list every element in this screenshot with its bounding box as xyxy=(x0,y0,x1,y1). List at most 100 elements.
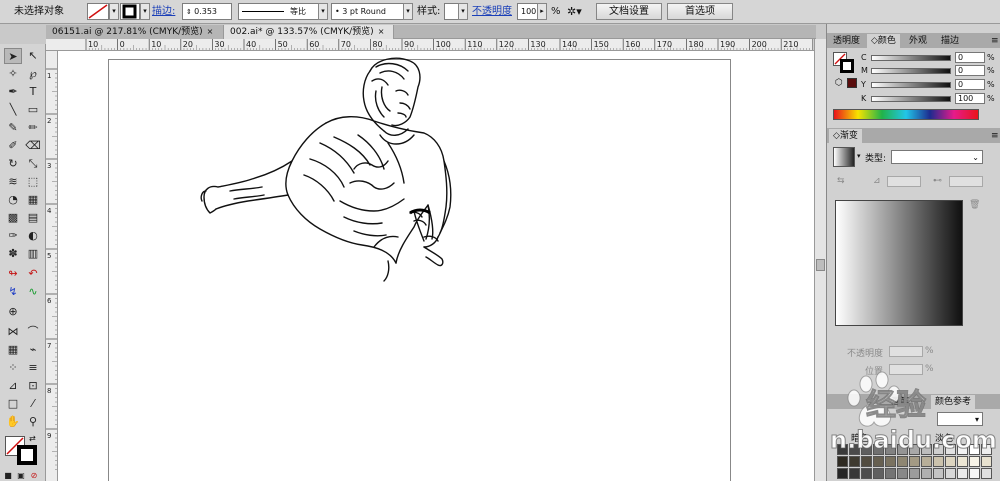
green-wave-tool-icon[interactable]: ∿ xyxy=(24,284,42,300)
recolor-artwork-icon[interactable]: ✲▾ xyxy=(567,3,582,20)
color-guide-swatch[interactable] xyxy=(969,468,980,479)
warp-tool-icon[interactable]: ≋ xyxy=(4,174,22,190)
globe-tool-icon[interactable]: ⊕ xyxy=(4,304,22,320)
dropdown-arrow-icon[interactable]: ▾ xyxy=(857,152,861,160)
channel-value-input[interactable]: 0 xyxy=(955,52,985,63)
color-guide-swatch[interactable] xyxy=(957,456,968,467)
gradient-mode-icon[interactable]: ▣ xyxy=(15,468,27,481)
angle-input[interactable] xyxy=(887,176,921,187)
eyedropper-small-icon[interactable]: ⁄ xyxy=(24,396,42,412)
color-guide-swatch[interactable] xyxy=(897,456,908,467)
color-guide-swatch[interactable] xyxy=(837,444,848,455)
shape-builder-tool-icon[interactable]: ◔ xyxy=(4,192,22,208)
stroke-color-swatch[interactable] xyxy=(120,3,140,20)
warp-arc-tool-icon[interactable]: ⌒ xyxy=(24,324,42,340)
stroke-swatch[interactable] xyxy=(17,445,37,465)
panel-menu-icon[interactable]: ≡ xyxy=(987,129,1000,143)
graph-grid-tool-icon[interactable]: ▦ xyxy=(4,342,22,358)
variable-width-profile[interactable]: 等比 xyxy=(238,3,324,20)
tab-color[interactable]: ◇颜色 xyxy=(867,34,900,48)
color-guide-swatch[interactable] xyxy=(981,444,992,455)
channel-m[interactable]: M 0 % xyxy=(827,65,1000,77)
color-guide-swatch[interactable] xyxy=(957,444,968,455)
channel-value-input[interactable]: 0 xyxy=(955,65,985,76)
color-guide-swatch[interactable] xyxy=(873,456,884,467)
stroke-weight-input[interactable]: ⇕ 0.353 xyxy=(182,3,232,20)
channel-k[interactable]: K 100 % xyxy=(827,93,1000,105)
footballer-line-art[interactable] xyxy=(58,51,814,481)
color-guide-swatch[interactable] xyxy=(909,468,920,479)
color-mode-icon[interactable]: ■ xyxy=(2,468,14,481)
tab-brushes[interactable]: 画笔 xyxy=(887,395,913,409)
artboard-tool-icon[interactable]: □ xyxy=(4,396,22,412)
opacity-dropdown-arrow[interactable]: ▸ xyxy=(537,3,547,20)
channel-track[interactable] xyxy=(871,55,951,61)
delete-stop-icon[interactable]: 🗑 xyxy=(969,200,980,210)
fill-color-swatch[interactable] xyxy=(87,3,109,20)
color-guide-swatch[interactable] xyxy=(909,456,920,467)
type-tool-icon[interactable]: T xyxy=(24,84,42,100)
channel-c[interactable]: C 0 % xyxy=(827,52,1000,64)
gradient-slider-preview[interactable] xyxy=(835,200,963,326)
color-guide-swatch[interactable] xyxy=(945,468,956,479)
magic-wand-tool-icon[interactable]: ✧ xyxy=(4,66,22,82)
color-guide-swatch[interactable] xyxy=(849,456,860,467)
align-tool-icon[interactable]: ≡ xyxy=(24,360,42,376)
brush-dropdown-arrow[interactable]: ▾ xyxy=(403,3,413,20)
color-guide-swatch[interactable] xyxy=(885,468,896,479)
color-spectrum-bar[interactable] xyxy=(833,109,979,120)
tab-transparency[interactable]: 透明度 xyxy=(829,34,864,48)
color-guide-swatch[interactable] xyxy=(933,468,944,479)
artboard-canvas[interactable] xyxy=(58,51,814,481)
zoom-tool-icon[interactable]: ⚲ xyxy=(24,414,42,430)
channel-track[interactable] xyxy=(871,68,951,74)
opacity-label-link[interactable]: 不透明度 xyxy=(472,3,512,20)
profile-dropdown-arrow[interactable]: ▾ xyxy=(318,3,328,20)
color-guide-swatch[interactable] xyxy=(861,468,872,479)
color-guide-swatch[interactable] xyxy=(885,456,896,467)
pencil-tool-icon[interactable]: ✏ xyxy=(24,120,42,136)
close-icon[interactable]: × xyxy=(378,27,385,36)
vertical-scrollbar[interactable] xyxy=(814,39,826,481)
rotate-tool-icon[interactable]: ↻ xyxy=(4,156,22,172)
channel-track[interactable] xyxy=(871,96,951,102)
gradient-opacity-input[interactable] xyxy=(889,346,923,357)
tab-06151[interactable]: 06151.ai @ 217.81% (CMYK/预览) × xyxy=(46,25,224,39)
mesh-tool-icon[interactable]: ▩ xyxy=(4,210,22,226)
perspective-grid-tool-icon[interactable]: ▦ xyxy=(24,192,42,208)
eraser-tool-icon[interactable]: ⌫ xyxy=(24,138,42,154)
fill-stroke-control[interactable]: ⇄ xyxy=(5,434,39,466)
tab-color-guide[interactable]: 颜色参考 xyxy=(931,395,976,409)
color-guide-swatch[interactable] xyxy=(981,468,992,479)
document-setup-button[interactable]: 文档设置 xyxy=(596,3,662,20)
pen-tool-icon[interactable]: ✒ xyxy=(4,84,22,100)
color-guide-swatch[interactable] xyxy=(849,444,860,455)
symbol-sprayer-tool-icon[interactable]: ✽ xyxy=(4,246,22,262)
swap-icon[interactable]: ⇄ xyxy=(29,434,36,443)
stroke-dropdown-arrow[interactable]: ▾ xyxy=(140,3,150,20)
preferences-button[interactable]: 首选项 xyxy=(667,3,733,20)
color-guide-swatch[interactable] xyxy=(981,456,992,467)
lasso-tool-icon[interactable]: ℘ xyxy=(24,66,42,82)
color-guide-swatch[interactable] xyxy=(969,456,980,467)
scroll-thumb[interactable] xyxy=(816,259,825,271)
color-guide-swatch[interactable] xyxy=(945,456,956,467)
channel-value-input[interactable]: 0 xyxy=(955,79,985,90)
channel-track[interactable] xyxy=(871,82,951,88)
column-graph-tool-icon[interactable]: ▥ xyxy=(24,246,42,262)
blue-anchor-tool-icon[interactable]: ↯ xyxy=(4,284,22,300)
color-guide-swatch[interactable] xyxy=(945,444,956,455)
tab-gradient[interactable]: ◇渐变 xyxy=(829,129,862,143)
paintbrush-tool-icon[interactable]: ✎ xyxy=(4,120,22,136)
hand-tool-icon[interactable]: ✋ xyxy=(4,414,22,430)
tab-appearance[interactable]: 外观 xyxy=(905,34,931,48)
color-guide-swatch[interactable] xyxy=(861,456,872,467)
gradient-position-input[interactable] xyxy=(889,364,923,375)
red-curve-tool-icon[interactable]: ↶ xyxy=(24,266,42,282)
blend-tool-icon[interactable]: ◐ xyxy=(24,228,42,244)
fill-dropdown-arrow[interactable]: ▾ xyxy=(109,3,119,20)
rectangle-tool-icon[interactable]: ▭ xyxy=(24,102,42,118)
color-guide-swatch[interactable] xyxy=(897,444,908,455)
color-guide-swatch[interactable] xyxy=(837,456,848,467)
channel-y[interactable]: Y 0 % xyxy=(827,79,1000,91)
